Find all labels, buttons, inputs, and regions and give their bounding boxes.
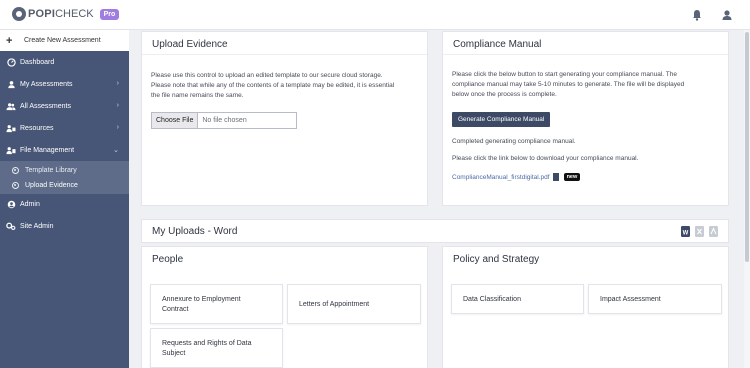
choose-file-button[interactable]: Choose File [152,113,199,128]
circle-dot-icon [12,167,19,174]
user-icon [6,80,16,90]
upload-evidence-card: Upload Evidence Please use this control … [141,31,428,206]
sidebar-item-label: All Assessments [20,103,71,110]
document-tile-label: Data Classification [463,296,521,303]
sidebar-item-label: Admin [20,201,40,208]
document-tile[interactable]: Impact Assessment [588,284,722,314]
people-card: People Annexure to Employment Contract L… [141,246,428,368]
resources-icon [6,124,16,134]
sidebar-item-label: Site Admin [20,223,54,230]
chevron-down-icon: ⌄ [113,147,119,154]
sidebar-item-file-management[interactable]: File Management ⌄ [0,140,129,161]
compliance-manual-card: Compliance Manual Please click the below… [442,31,729,206]
upload-instructions-line: the file name remains the same. [151,92,244,99]
excel-icon[interactable] [695,226,704,237]
document-tile-label: Impact Assessment [600,296,661,303]
document-tile[interactable]: Requests and Rights of Data Subject [150,328,283,368]
document-tile-line: Annexure to Employment [162,296,241,303]
chevron-right-icon: › [116,80,119,87]
sidebar-item-label: My Assessments [20,81,73,88]
create-assessment-button[interactable]: + Create New Assessment [0,30,129,51]
document-tile[interactable]: Data Classification [451,284,584,314]
circle-dot-icon [12,182,19,189]
manual-completed-text: Completed generating compliance manual. [452,138,576,145]
manual-instructions-line: below once the process is complete. [452,91,557,98]
my-uploads-title: My Uploads - Word [152,226,238,237]
sidebar-item-label: File Management [20,147,75,154]
upload-evidence-title: Upload Evidence [152,39,228,50]
create-assessment-label: Create New Assessment [24,37,101,44]
manual-download-hint: Please click the link below to download … [452,155,639,162]
generate-manual-button[interactable]: Generate Compliance Manual [452,112,551,127]
document-tile-line: Contract [162,306,189,313]
scrollbar-thumb[interactable] [745,32,749,262]
upload-instructions-line: Please note that while any of the conten… [151,82,395,89]
site-admin-icon [6,222,16,232]
top-bar: POPI CHECK Pro [0,0,750,30]
manual-file-link-text[interactable]: ComplianceManual_firstdigital.pdf [452,174,550,181]
document-tile[interactable]: Letters of Appointment [287,284,421,324]
manual-instructions: Please click the below button to start g… [452,70,684,100]
plus-icon: + [6,34,13,47]
sidebar-subitem-label: Template Library [25,167,77,174]
sidebar-item-label: Dashboard [20,59,55,66]
document-tile[interactable]: Annexure to Employment Contract [150,284,283,324]
sidebar-subitem-label: Upload Evidence [25,182,78,189]
word-icon[interactable]: W [681,226,690,237]
dashboard-icon [6,58,16,68]
sidebar-item-dashboard[interactable]: Dashboard [0,52,129,73]
logo-icon [12,7,26,21]
compliance-manual-title: Compliance Manual [453,39,542,50]
document-tile-label: Letters of Appointment [299,301,370,308]
page-scrollbar[interactable] [744,30,750,368]
logo-text-bold: POPI [28,8,56,20]
sidebar-item-resources[interactable]: Resources › [0,118,129,139]
app-logo[interactable]: POPI CHECK Pro [12,7,120,21]
user-icon[interactable] [720,8,734,22]
manual-download-link[interactable]: ComplianceManual_firstdigital.pdf new [452,173,581,181]
file-management-icon [6,146,16,156]
no-file-label: No file chosen [202,117,247,124]
upload-instructions: Please use this control to upload an edi… [151,71,394,101]
bell-icon[interactable] [690,8,704,22]
sidebar-item-site-admin[interactable]: Site Admin [0,216,129,237]
card-divider [443,54,728,55]
users-icon [6,102,16,112]
sidebar: + Create New Assessment Dashboard My Ass… [0,30,129,368]
admin-icon [6,200,16,210]
sidebar-item-label: Resources [20,125,54,132]
pdf-file-icon [552,173,559,181]
policy-strategy-card: Policy and Strategy Data Classification … [442,246,729,368]
pro-badge: Pro [99,8,120,20]
pdf-icon[interactable] [709,226,718,237]
document-tile-line: Subject [162,350,186,357]
document-tile-label: Annexure to Employment Contract [162,295,241,315]
sidebar-item-my-assessments[interactable]: My Assessments › [0,74,129,95]
chevron-right-icon: › [116,124,119,131]
file-management-submenu: Template Library Upload Evidence [0,161,129,194]
manual-instructions-line: Please click the below button to start g… [452,71,677,78]
people-title: People [152,254,184,265]
manual-instructions-line: compliance manual may take 5-10 minutes … [452,81,685,88]
sidebar-subitem-upload-evidence[interactable]: Upload Evidence [0,178,129,193]
sidebar-subitem-template-library[interactable]: Template Library [0,163,129,178]
upload-instructions-line: Please use this control to upload an edi… [151,72,383,79]
sidebar-item-admin[interactable]: Admin [0,194,129,215]
svg-text:W: W [683,231,689,237]
policy-strategy-title: Policy and Strategy [453,254,540,265]
document-tile-label: Requests and Rights of Data Subject [162,339,252,359]
document-tile-line: Requests and Rights of Data [162,340,252,347]
chevron-right-icon: › [116,102,119,109]
file-upload-input[interactable]: Choose File No file chosen [151,112,297,129]
sidebar-item-all-assessments[interactable]: All Assessments › [0,96,129,117]
logo-text-rest: CHECK [55,8,94,20]
my-uploads-card: My Uploads - Word W [141,219,729,243]
new-badge: new [563,173,581,181]
card-divider [142,54,427,55]
